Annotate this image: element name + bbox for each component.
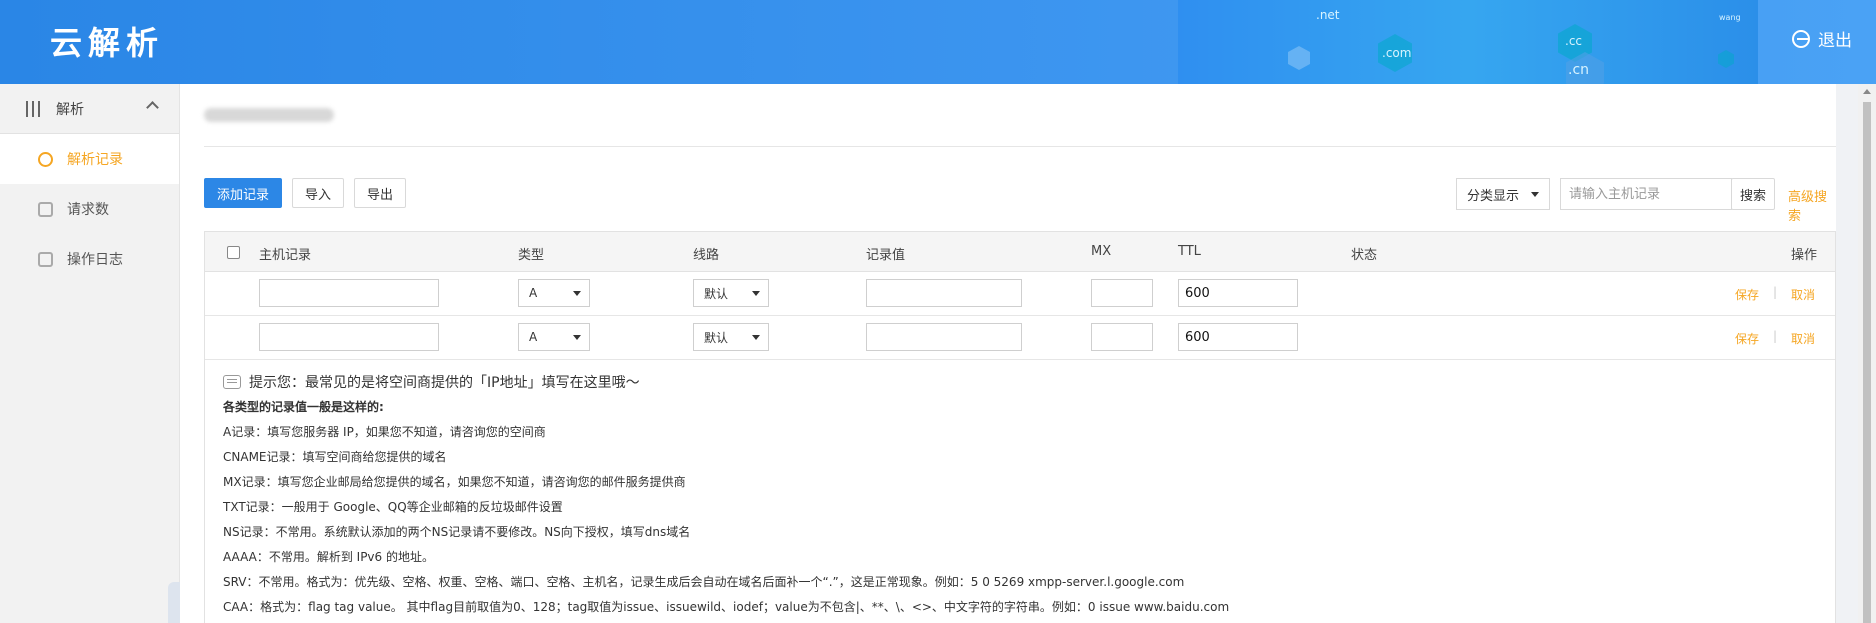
header-decoration: .net .com .cc .cn wang [1178, 0, 1758, 84]
sidebar-item-records[interactable]: 解析记录 [0, 134, 179, 184]
line-select[interactable]: 默认 [693, 323, 769, 351]
caret-down-icon [1531, 192, 1539, 197]
scroll-up-icon[interactable] [1863, 89, 1871, 94]
deco-domain-cc: .cc [1565, 34, 1583, 48]
top-header: 云解析 .net .com .cc .cn wang 退出 [0, 0, 1876, 84]
hex-decoration [1718, 50, 1734, 68]
tip-line: CAA：格式为：flag tag value。 其中flag目前取值为0、128… [223, 600, 1230, 614]
hex-decoration [1288, 46, 1310, 70]
line-select[interactable]: 默认 [693, 279, 769, 307]
tip-line: NS记录：不常用。系统默认添加的两个NS记录请不要修改。NS向下授权，填写dns… [223, 525, 691, 539]
tip-title: 提示您：最常见的是将空间商提供的「IP地址」填写在这里哦～ [249, 375, 640, 391]
advanced-search-link[interactable]: 高级搜索 [1788, 186, 1836, 224]
vertical-scrollbar[interactable] [1858, 84, 1876, 623]
export-button[interactable]: 导出 [354, 178, 406, 208]
col-line: 线路 [693, 248, 720, 263]
host-input[interactable] [259, 323, 439, 351]
record-tips: 提示您：最常见的是将空间商提供的「IP地址」填写在这里哦～ 各类型的记录值一般是… [205, 360, 1835, 623]
scrollbar-thumb[interactable] [1863, 102, 1871, 623]
save-link[interactable]: 保存 [1735, 330, 1759, 347]
tip-line: CNAME记录：填写空间商给您提供的域名 [223, 450, 447, 464]
search-button[interactable]: 搜索 [1731, 178, 1775, 210]
add-record-button[interactable]: 添加记录 [204, 178, 282, 208]
domain-name-blurred [204, 108, 334, 122]
logout-label: 退出 [1818, 31, 1852, 51]
type-select[interactable]: A [518, 323, 590, 351]
col-type: 类型 [518, 248, 545, 263]
sidebar-item-label: 解析记录 [67, 152, 123, 168]
col-host: 主机记录 [259, 248, 312, 263]
view-mode-select[interactable]: 分类显示 [1456, 178, 1550, 210]
cancel-link[interactable]: 取消 [1791, 330, 1815, 347]
sliders-icon [26, 100, 42, 117]
host-input[interactable] [259, 279, 439, 307]
mx-input[interactable] [1091, 279, 1153, 307]
edit-icon [38, 201, 53, 217]
ttl-input[interactable] [1178, 323, 1298, 351]
tip-line: MX记录：填写您企业邮局给您提供的域名，如果您不知道，请咨询您的邮件服务提供商 [223, 475, 686, 489]
caret-down-icon [573, 291, 581, 296]
caret-down-icon [752, 291, 760, 296]
ttl-input[interactable] [1178, 279, 1298, 307]
cancel-link[interactable]: 取消 [1791, 286, 1815, 303]
col-status: 状态 [1351, 248, 1378, 263]
app-logo[interactable]: 云解析 [50, 18, 164, 64]
hand-pointer-icon [38, 251, 53, 267]
col-ttl: TTL [1178, 244, 1201, 259]
line-value: 默认 [704, 286, 729, 301]
record-value-input[interactable] [866, 279, 1022, 307]
gps-icon [223, 375, 241, 389]
type-value: A [529, 330, 538, 344]
table-header: 主机记录 类型 线路 记录值 MX TTL 状态 操作 [205, 232, 1835, 272]
sidebar-item-logs[interactable]: 操作日志 [0, 234, 179, 284]
sidebar-item-label: 操作日志 [67, 252, 123, 268]
tip-header: 提示您：最常见的是将空间商提供的「IP地址」填写在这里哦～ [223, 372, 1817, 392]
chevron-up-icon [146, 101, 159, 114]
sidebar-group-resolve[interactable]: 解析 [0, 84, 179, 134]
record-value-input[interactable] [866, 323, 1022, 351]
caret-down-icon [573, 335, 581, 340]
deco-domain-wang: wang [1719, 13, 1741, 22]
import-button[interactable]: 导入 [292, 178, 344, 208]
sidebar-collapse-handle[interactable] [168, 582, 180, 623]
col-value: 记录值 [866, 248, 906, 263]
op-separator: | [1773, 329, 1778, 343]
deco-domain-com: .com [1382, 46, 1412, 60]
op-separator: | [1773, 285, 1778, 299]
tip-subtitle: 各类型的记录值一般是这样的: [223, 400, 384, 414]
select-all-checkbox[interactable] [227, 246, 240, 259]
deco-domain-net: .net [1316, 8, 1340, 22]
tip-line: AAAA：不常用。解析到 IPv6 的地址。 [223, 550, 434, 564]
sidebar-item-label: 请求数 [67, 202, 109, 218]
records-table: 主机记录 类型 线路 记录值 MX TTL 状态 操作 A 默认 保存 | 取 [204, 231, 1836, 623]
main-content: 添加记录 导入 导出 分类显示 搜索 高级搜索 主机记录 类型 线路 记录值 M… [180, 84, 1836, 623]
host-search-input[interactable] [1560, 178, 1732, 210]
tip-line: A记录：填写您服务器 IP，如果您不知道，请咨询您的空间商 [223, 425, 546, 439]
logout-icon [1792, 29, 1810, 48]
col-mx: MX [1091, 244, 1112, 259]
pie-chart-icon [38, 151, 53, 167]
sidebar-group-label: 解析 [56, 101, 84, 118]
deco-domain-cn: .cn [1568, 62, 1590, 78]
type-select[interactable]: A [518, 279, 590, 307]
sidebar: 解析 解析记录 请求数 操作日志 [0, 84, 180, 623]
table-row: A 默认 保存 | 取消 [205, 316, 1835, 360]
table-row: A 默认 保存 | 取消 [205, 272, 1835, 316]
col-ops: 操作 [1791, 248, 1818, 263]
view-mode-value: 分类显示 [1467, 188, 1520, 204]
type-value: A [529, 286, 538, 300]
sidebar-item-requests[interactable]: 请求数 [0, 184, 179, 234]
tip-line: TXT记录：一般用于 Google、QQ等企业邮箱的反垃圾邮件设置 [223, 500, 563, 514]
caret-down-icon [752, 335, 760, 340]
save-link[interactable]: 保存 [1735, 286, 1759, 303]
tip-line: SRV：不常用。格式为：优先级、空格、权重、空格、端口、空格、主机名，记录生成后… [223, 575, 1185, 589]
logout-button[interactable]: 退出 [1792, 26, 1852, 51]
line-value: 默认 [704, 330, 729, 345]
mx-input[interactable] [1091, 323, 1153, 351]
divider [204, 146, 1836, 147]
